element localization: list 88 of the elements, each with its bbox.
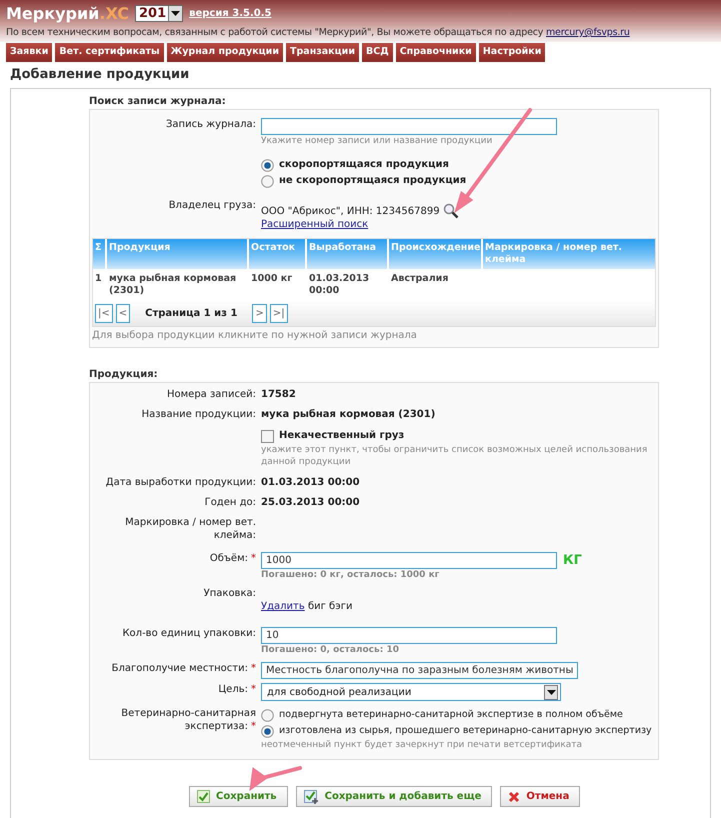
field-label: Благополучие местности: * bbox=[110, 662, 256, 675]
field-hint: укажите этот пункт, чтобы ограничить список возможных целей использования данной продукции bbox=[261, 444, 648, 468]
required-mark: * bbox=[251, 684, 256, 695]
nav-tab[interactable]: Журнал продукции bbox=[166, 43, 283, 62]
field-label: Цель: * bbox=[217, 683, 256, 696]
field-value: 25.03.2013 00:00 bbox=[261, 496, 360, 509]
required-mark: * bbox=[251, 721, 256, 732]
nav-tab[interactable]: Транзакции bbox=[286, 43, 359, 62]
required-mark: * bbox=[251, 663, 256, 674]
checkbox[interactable] bbox=[261, 430, 274, 442]
table-cell[interactable]: 1000 кг bbox=[249, 269, 305, 301]
search-icon[interactable] bbox=[442, 203, 459, 219]
version-link[interactable]: версия 3.5.0.5 bbox=[189, 8, 272, 18]
save-and-add-button[interactable]: Сохранить и добавить еще bbox=[296, 786, 492, 807]
field-hint: неотмеченный пункт будет зачеркнут при печати ветсертификата bbox=[261, 739, 582, 751]
radio-button[interactable] bbox=[261, 174, 274, 188]
previous-page-button[interactable]: < bbox=[116, 304, 130, 323]
field-label: Упаковка: bbox=[202, 587, 256, 600]
nav-tab[interactable]: Вет. сертификаты bbox=[55, 43, 164, 62]
field-hint: Погашено: 0, осталось: 10 bbox=[261, 644, 399, 656]
field-label: Название продукции: bbox=[140, 408, 256, 421]
column-header: Маркировка / номер вет. клейма bbox=[483, 239, 655, 269]
support-email-link[interactable]: mercury@fsvps.ru bbox=[546, 27, 630, 38]
purpose-select[interactable]: для свободной реализации bbox=[261, 683, 561, 701]
text-input[interactable]: Местность благополучна по заразным болезням животны bbox=[261, 662, 578, 679]
column-header: Происхождение bbox=[389, 239, 481, 269]
dropdown-caret-icon bbox=[171, 10, 180, 16]
section-title: Продукция: bbox=[89, 369, 159, 380]
annotation-arrow bbox=[249, 766, 302, 792]
packaging-value: биг бэги bbox=[308, 601, 352, 612]
nav-tab[interactable]: Настройки bbox=[478, 43, 546, 62]
radio-button[interactable] bbox=[261, 158, 274, 172]
checkmark-plus-icon bbox=[304, 790, 319, 804]
table-cell[interactable]: 1 bbox=[93, 269, 105, 301]
unit-label: КГ bbox=[563, 553, 582, 568]
nav-tab[interactable]: ВСД bbox=[362, 43, 393, 62]
column-header: Продукция bbox=[107, 239, 247, 269]
close-icon bbox=[508, 790, 520, 802]
table-cell[interactable]: 01.03.2013 00:00 bbox=[307, 269, 387, 301]
field-hint: Укажите номер записи или название продукции bbox=[261, 135, 492, 147]
advanced-search-link[interactable]: Расширенный поиск bbox=[261, 219, 368, 230]
field-value: 17582 bbox=[261, 388, 296, 401]
section-title: Поиск записи журнала: bbox=[89, 96, 227, 107]
field-label: Объём: * bbox=[208, 552, 256, 565]
radio-label: скоропортящаяся продукция bbox=[279, 158, 449, 172]
column-header: Выработана bbox=[307, 239, 387, 269]
field-label: Номера записей: bbox=[166, 388, 256, 401]
field-label: Кол-во единиц упаковки: bbox=[121, 627, 256, 640]
required-mark: * bbox=[251, 553, 256, 564]
field-label: Ветеринарно-санитарная экспертиза: * bbox=[120, 707, 256, 733]
nav-tab[interactable]: Справочники bbox=[396, 43, 476, 62]
checkmark-icon bbox=[197, 790, 210, 803]
checkbox-label: Некачественный груз bbox=[279, 429, 404, 443]
next-page-button[interactable]: > bbox=[252, 304, 267, 323]
table-cell[interactable]: мука рыбная кормовая (2301) bbox=[107, 269, 247, 301]
page-indicator: Страница 1 из 1 bbox=[145, 308, 238, 319]
last-page-button[interactable]: >| bbox=[270, 304, 288, 323]
field-label: Владелец груза: bbox=[168, 199, 256, 212]
field-label: Запись журнала: bbox=[165, 118, 256, 131]
cancel-button[interactable]: Отмена bbox=[500, 786, 580, 807]
column-header: Σ bbox=[93, 239, 105, 269]
radio-label: изготовлена из сырья, прошедшего ветеринарно-санитарную экспертизу bbox=[279, 724, 652, 738]
field-label: Годен до: bbox=[204, 496, 256, 509]
field-hint: Погашено: 0 кг, осталось: 1000 кг bbox=[261, 569, 440, 581]
page-title: Добавление продукции bbox=[9, 66, 190, 84]
radio-button[interactable] bbox=[261, 724, 274, 738]
support-text: По всем техническим вопросам, связанным с работой системы "Меркурий", Вы можете обращаться по адресу bbox=[6, 27, 544, 38]
field-label: Дата выработки продукции: bbox=[104, 476, 256, 489]
text-input[interactable]: 10 bbox=[261, 627, 557, 644]
field-value: 01.03.2013 00:00 bbox=[261, 476, 360, 489]
radio-label: не скоропортящаяся продукция bbox=[279, 174, 466, 188]
first-page-button[interactable]: |< bbox=[95, 304, 113, 323]
nav-tab[interactable]: Заявки bbox=[6, 43, 52, 62]
delete-link[interactable]: Удалить bbox=[261, 601, 305, 612]
field-value: мука рыбная кормовая (2301) bbox=[261, 408, 436, 421]
save-button[interactable]: Сохранить bbox=[189, 786, 288, 807]
column-header: Остаток bbox=[249, 239, 305, 269]
field-label: Маркировка / номер вет. клейма: bbox=[124, 516, 256, 542]
table-note: Для выбора продукции кликните по нужной записи журнала bbox=[92, 330, 418, 341]
year-select[interactable]: 201 bbox=[134, 4, 184, 22]
radio-button[interactable] bbox=[261, 708, 274, 722]
journal-entry-input[interactable] bbox=[261, 118, 557, 135]
text-input[interactable]: 1000 bbox=[261, 552, 557, 569]
dropdown-caret-icon bbox=[546, 690, 556, 694]
owner-value: ООО "Абрикос", ИНН: 1234567899 bbox=[261, 204, 440, 218]
table-cell[interactable]: Австралия bbox=[389, 269, 481, 301]
app-logo: Меркурий.XC bbox=[6, 4, 129, 22]
radio-label: подвергнута ветеринарно-санитарной экспертизе в полном объёме bbox=[279, 708, 623, 722]
